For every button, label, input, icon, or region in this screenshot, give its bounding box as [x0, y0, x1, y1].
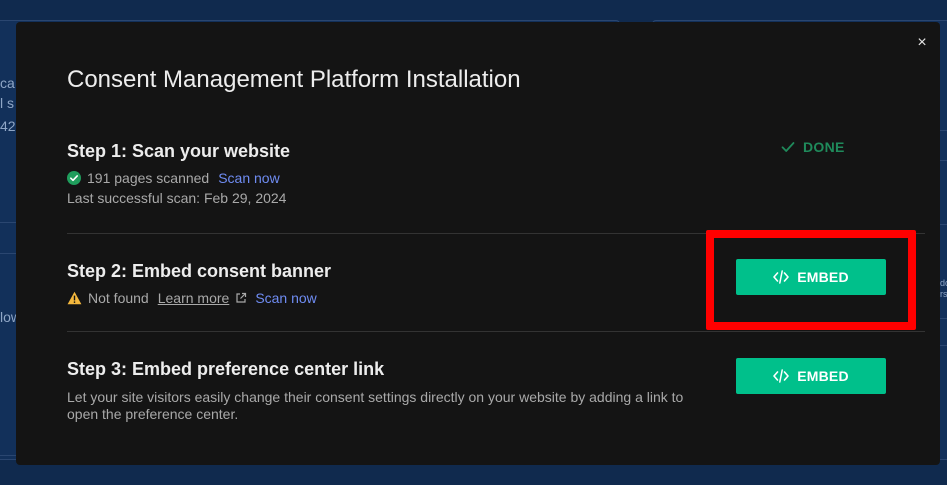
close-icon[interactable]: ×	[917, 34, 926, 51]
last-scan-text: Last successful scan: Feb 29, 2024	[67, 190, 287, 206]
code-icon	[773, 369, 790, 383]
step2-title: Step 2: Embed consent banner	[67, 261, 332, 281]
step1-title: Step 1: Scan your website	[67, 141, 291, 161]
background-text: ca	[0, 75, 15, 91]
background-text: rs	[940, 289, 947, 299]
step1-done-status: DONE	[781, 138, 845, 156]
warning-icon	[67, 291, 82, 305]
highlight-box	[706, 230, 916, 330]
background-divider	[940, 160, 947, 161]
background-text: do	[940, 278, 947, 288]
not-found-text: Not found	[88, 290, 149, 306]
background-divider	[0, 253, 16, 254]
background-divider	[940, 345, 947, 346]
step2-scan-now-link[interactable]: Scan now	[255, 289, 316, 307]
step1-scan-now-link[interactable]: Scan now	[218, 169, 279, 187]
check-icon	[781, 141, 795, 153]
step2-status: Not found Learn more Scan now	[67, 289, 317, 307]
embed-preference-center-button[interactable]: EMBED	[736, 358, 886, 394]
close-button[interactable]: ×	[915, 34, 929, 52]
step-divider	[67, 331, 925, 332]
step1-scan-status: 191 pages scanned Scan now	[67, 169, 280, 187]
background-divider	[940, 224, 947, 225]
done-label: DONE	[803, 139, 845, 155]
embed-button-label: EMBED	[797, 368, 849, 384]
modal-title: Consent Management Platform Installation	[67, 66, 521, 93]
background-text: l s	[0, 95, 14, 111]
background-divider	[0, 455, 16, 456]
background-text: 42	[0, 118, 16, 134]
background-divider	[940, 318, 947, 319]
learn-more-link[interactable]: Learn more	[158, 289, 230, 307]
pages-scanned-text: 191 pages scanned	[87, 170, 210, 186]
background-divider	[0, 222, 16, 223]
check-circle-icon	[67, 171, 81, 185]
external-link-icon[interactable]	[235, 292, 247, 304]
step3-description: Let your site visitors easily change the…	[67, 389, 684, 422]
background-divider	[940, 130, 947, 131]
step3-title: Step 3: Embed preference center link	[67, 359, 385, 379]
